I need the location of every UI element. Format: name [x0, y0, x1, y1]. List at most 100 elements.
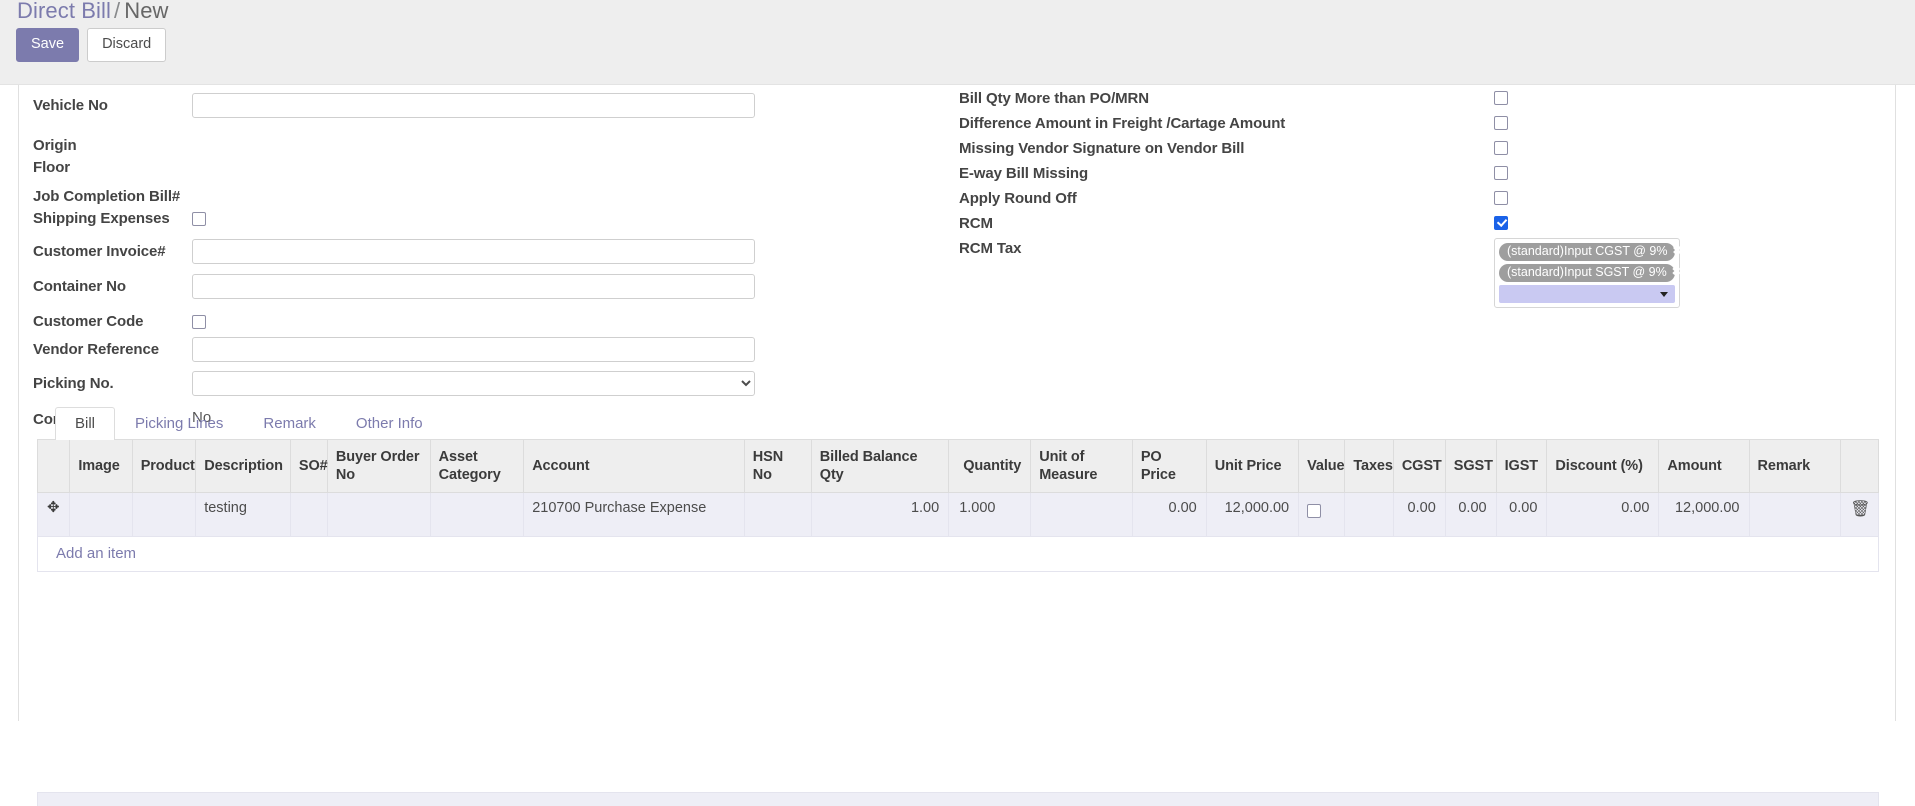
field-vendor-reference: Vendor Reference	[19, 336, 959, 362]
rcm-tax-tag[interactable]: (standard)Input SGST @ 9% ✖	[1499, 264, 1681, 282]
difference-amount-freight-checkbox[interactable]	[1494, 115, 1508, 130]
breadcrumb-separator: /	[114, 0, 121, 23]
table-footer-band	[37, 792, 1879, 806]
col-unit-of-measure[interactable]: Unit of Measure	[1030, 440, 1133, 493]
save-button[interactable]: Save	[16, 28, 80, 62]
col-remark[interactable]: Remark	[1748, 440, 1841, 493]
table-row[interactable]: ✥ testing 210700 Purchase Expense 1.00 1…	[36, 492, 1880, 537]
cell-amount[interactable]: 12,000.00	[1658, 492, 1750, 537]
drag-handle-icon[interactable]: ✥	[46, 500, 60, 516]
line-value-checkbox[interactable]	[1307, 504, 1322, 519]
field-missing-vendor-signature: Missing Vendor Signature on Vendor Bill	[959, 136, 1897, 161]
cell-discount-pct[interactable]: 0.00	[1546, 492, 1660, 537]
customer-code-checkbox[interactable]	[192, 314, 206, 329]
origin-value	[189, 132, 959, 155]
col-billed-balance-qty[interactable]: Billed Balance Qty	[810, 440, 950, 493]
field-difference-amount-freight: Difference Amount in Freight /Cartage Am…	[959, 111, 1897, 136]
picking-no-select[interactable]	[192, 371, 755, 396]
eway-bill-missing-checkbox[interactable]	[1494, 165, 1508, 180]
col-po-price[interactable]: PO Price	[1131, 440, 1207, 493]
col-value[interactable]: Value	[1298, 440, 1346, 493]
cell-quantity[interactable]: 1.000	[948, 492, 1032, 537]
trash-icon[interactable]: 🗑	[1850, 501, 1870, 518]
cell-product[interactable]	[131, 492, 197, 537]
cell-igst[interactable]: 0.00	[1495, 492, 1548, 537]
add-an-item-link[interactable]: Add an item	[56, 545, 136, 562]
cell-hsn-no[interactable]	[743, 492, 812, 537]
col-product[interactable]: Product	[131, 440, 197, 493]
vendor-reference-input[interactable]	[192, 337, 755, 362]
cell-remark[interactable]	[1748, 492, 1841, 537]
col-buyer-order-no[interactable]: Buyer Order No	[326, 440, 431, 493]
col-hsn-no[interactable]: HSN No	[743, 440, 812, 493]
cell-account[interactable]: 210700 Purchase Expense	[523, 492, 745, 537]
col-unit-price[interactable]: Unit Price	[1205, 440, 1300, 493]
left-gutter	[0, 85, 18, 721]
field-label-vendor-reference: Vendor Reference	[33, 341, 159, 358]
tab-other-info[interactable]: Other Info	[336, 407, 443, 440]
field-apply-round-off: Apply Round Off	[959, 186, 1897, 211]
tab-remark[interactable]: Remark	[243, 407, 336, 440]
rcm-checkbox[interactable]	[1494, 215, 1508, 230]
field-label-difference-amount-freight: Difference Amount in Freight /Cartage Am…	[959, 115, 1286, 132]
field-shipping-expenses: Shipping Expenses	[19, 205, 959, 232]
form-left-column: Vehicle No Origin Floor Job Completion B…	[19, 85, 959, 431]
rcm-tax-input[interactable]	[1499, 285, 1675, 303]
field-label-eway-bill-missing: E-way Bill Missing	[959, 165, 1089, 182]
col-sgst[interactable]: SGST	[1444, 440, 1497, 493]
cell-description[interactable]: testing	[195, 492, 291, 537]
form-sheet: Vehicle No Origin Floor Job Completion B…	[18, 85, 1897, 806]
col-account[interactable]: Account	[523, 440, 745, 493]
cell-image[interactable]	[69, 492, 133, 537]
col-igst[interactable]: IGST	[1495, 440, 1548, 493]
rcm-tax-tags-widget[interactable]: (standard)Input CGST @ 9% ✖ (standard)In…	[1494, 238, 1682, 308]
tab-bill[interactable]: Bill	[55, 407, 116, 440]
field-picking-no: Picking No.	[19, 370, 959, 396]
col-description[interactable]: Description	[195, 440, 291, 493]
field-eway-bill-missing: E-way Bill Missing	[959, 161, 1897, 186]
close-icon[interactable]: ✖	[1672, 265, 1681, 280]
cell-po-price[interactable]: 0.00	[1131, 492, 1207, 537]
col-cgst[interactable]: CGST	[1392, 440, 1446, 493]
cell-taxes[interactable]	[1344, 492, 1394, 537]
row-drag-handle-cell[interactable]: ✥	[36, 492, 71, 537]
cell-cgst[interactable]: 0.00	[1392, 492, 1446, 537]
col-discount-pct[interactable]: Discount (%)	[1546, 440, 1660, 493]
field-label-rcm-tax: RCM Tax	[959, 240, 1022, 257]
col-quantity[interactable]: Quantity	[948, 440, 1032, 493]
bill-qty-more-than-po-checkbox[interactable]	[1494, 90, 1508, 105]
col-so-no[interactable]: SO#	[289, 440, 328, 493]
tab-picking-lines[interactable]: Picking Lines	[115, 407, 243, 440]
rcm-tax-tag-label: (standard)Input SGST @ 9%	[1507, 265, 1667, 279]
table-header-row: Image Product Description SO# Buyer Orde…	[36, 440, 1880, 493]
cell-so-no[interactable]	[289, 492, 328, 537]
cell-sgst[interactable]: 0.00	[1444, 492, 1497, 537]
cell-unit-price[interactable]: 12,000.00	[1205, 492, 1300, 537]
col-image[interactable]: Image	[69, 440, 133, 493]
container-no-input[interactable]	[192, 274, 755, 299]
cell-buyer-order-no[interactable]	[326, 492, 431, 537]
cell-value[interactable]	[1298, 492, 1346, 537]
field-container-no: Container No	[19, 273, 959, 299]
breadcrumb-root-link[interactable]: Direct Bill	[17, 0, 111, 23]
close-icon[interactable]: ✖	[1672, 244, 1681, 259]
vehicle-no-input[interactable]	[192, 93, 755, 118]
col-taxes[interactable]: Taxes	[1344, 440, 1394, 493]
field-label-missing-vendor-signature: Missing Vendor Signature on Vendor Bill	[959, 140, 1245, 157]
apply-round-off-checkbox[interactable]	[1494, 190, 1508, 205]
field-label-vehicle-no: Vehicle No	[33, 97, 108, 114]
discard-button[interactable]: Discard	[87, 28, 167, 62]
cell-billed-balance-qty[interactable]: 1.00	[810, 492, 950, 537]
customer-invoice-input[interactable]	[192, 239, 755, 264]
cell-unit-of-measure[interactable]	[1030, 492, 1133, 537]
rcm-tax-tag-label: (standard)Input CGST @ 9%	[1507, 244, 1668, 258]
form-right-column: Bill Qty More than PO/MRN Difference Amo…	[959, 85, 1897, 308]
col-amount[interactable]: Amount	[1658, 440, 1750, 493]
rcm-tax-tag[interactable]: (standard)Input CGST @ 9% ✖	[1499, 243, 1682, 261]
direct-bill-form-page: Direct Bill / New Save Discard Vehicle No …	[0, 0, 1915, 806]
cell-asset-category[interactable]	[429, 492, 525, 537]
missing-vendor-signature-checkbox[interactable]	[1494, 140, 1508, 155]
col-asset-category[interactable]: Asset Category	[429, 440, 525, 493]
cell-delete[interactable]: 🗑	[1839, 492, 1880, 537]
shipping-expenses-checkbox[interactable]	[192, 211, 206, 226]
